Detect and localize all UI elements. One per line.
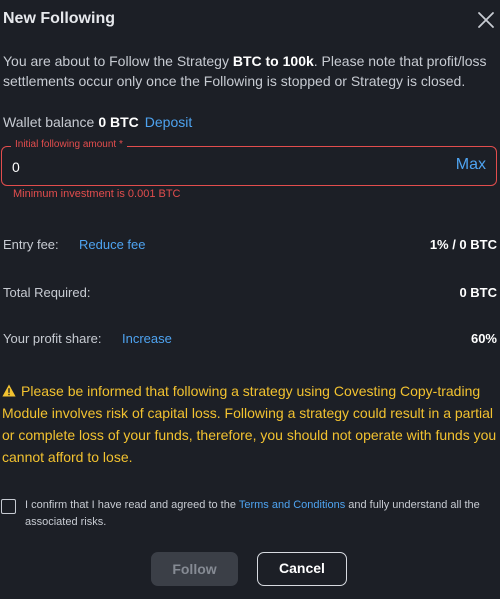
increase-link[interactable]: Increase <box>122 331 172 346</box>
intro-text-before: You are about to Follow the Strategy <box>3 53 233 69</box>
initial-amount-field: Initial following amount * Max <box>1 139 497 186</box>
confirm-text-before: I confirm that I have read and agreed to… <box>25 499 239 511</box>
wallet-balance-row: Wallet balance 0 BTC Deposit <box>3 114 192 130</box>
initial-amount-label: Initial following amount * <box>11 139 127 150</box>
total-required-value: 0 BTC <box>459 285 497 300</box>
entry-fee-label: Entry fee: <box>3 237 59 252</box>
follow-button[interactable]: Follow <box>151 552 238 586</box>
confirm-text: I confirm that I have read and agreed to… <box>25 497 497 531</box>
terms-link[interactable]: Terms and Conditions <box>239 499 345 511</box>
entry-fee-row: Entry fee: Reduce fee 1% / 0 BTC <box>3 237 497 257</box>
initial-amount-input[interactable] <box>12 157 432 177</box>
strategy-name: BTC to 100k <box>232 53 314 69</box>
total-required-row: Total Required: 0 BTC <box>3 285 497 305</box>
confirm-checkbox[interactable] <box>1 499 16 514</box>
intro-text: You are about to Follow the Strategy BTC… <box>3 51 495 91</box>
total-required-label: Total Required: <box>3 285 91 300</box>
dialog-title: New Following <box>3 10 115 27</box>
warning-icon <box>2 384 16 397</box>
entry-fee-value: 1% / 0 BTC <box>429 237 497 252</box>
profit-share-row: Your profit share: Increase 60% <box>3 331 497 351</box>
risk-warning: Please be informed that following a stra… <box>2 380 497 468</box>
deposit-link[interactable]: Deposit <box>145 114 192 130</box>
wallet-balance-value: 0 BTC <box>98 114 139 130</box>
new-following-dialog: New Following You are about to Follow th… <box>0 0 500 599</box>
profit-share-value: 60% <box>470 331 497 346</box>
reduce-fee-link[interactable]: Reduce fee <box>79 237 146 252</box>
risk-warning-text: Please be informed that following a stra… <box>2 383 497 465</box>
max-button[interactable]: Max <box>456 156 486 174</box>
profit-share-label: Your profit share: <box>3 331 102 346</box>
wallet-balance-label: Wallet balance <box>3 114 95 130</box>
cancel-button[interactable]: Cancel <box>257 552 347 586</box>
confirm-row: I confirm that I have read and agreed to… <box>1 497 497 531</box>
amount-error-text: Minimum investment is 0.001 BTC <box>13 188 181 200</box>
close-icon[interactable] <box>476 10 496 30</box>
